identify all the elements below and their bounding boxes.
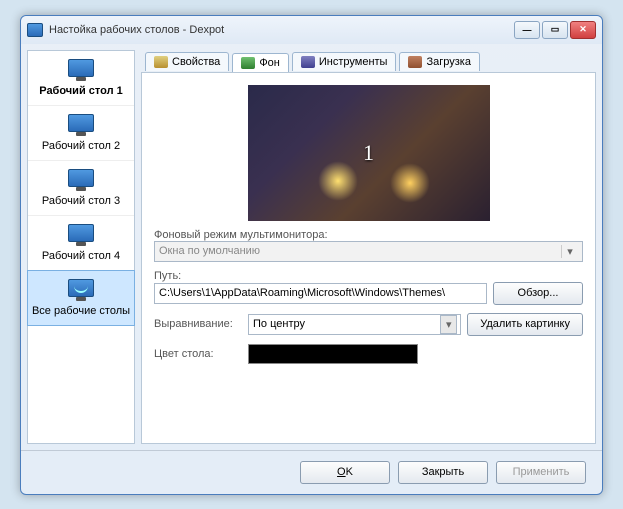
dialog-buttons: OK Закрыть Применить [21,450,602,494]
sidebar-item-label: Все рабочие столы [30,305,132,317]
close-button[interactable]: ✕ [570,21,596,39]
path-section: Путь: Обзор... [154,270,583,305]
tab-label: Свойства [172,56,220,68]
multimonitor-section: Фоновый режим мультимонитора: Окна по ум… [154,229,583,262]
monitor-icon [66,169,96,191]
desk-color-label: Цвет стола: [154,348,242,360]
background-panel: 1 Фоновый режим мультимонитора: Окна по … [141,72,596,444]
preview-glow [390,163,430,203]
multimonitor-label: Фоновый режим мультимонитора: [154,229,583,241]
sidebar-item-label: Рабочий стол 4 [30,250,132,262]
tab-bar: Свойства Фон Инструменты Загрузка [141,50,596,73]
window-controls: — ▭ ✕ [514,21,596,39]
sidebar-item-desktop-4[interactable]: Рабочий стол 4 [28,216,134,271]
tab-startup[interactable]: Загрузка [399,52,479,71]
monitor-icon [66,279,96,301]
browse-button[interactable]: Обзор... [493,282,583,305]
minimize-button[interactable]: — [514,21,540,39]
desk-color-swatch[interactable] [248,344,418,364]
sidebar-item-desktop-3[interactable]: Рабочий стол 3 [28,161,134,216]
tab-label: Фон [259,57,280,69]
desktop-list: Рабочий стол 1 Рабочий стол 2 Рабочий ст… [27,50,135,444]
path-label: Путь: [154,270,583,282]
alignment-value: По центру [253,318,305,330]
alignment-label: Выравнивание: [154,318,242,330]
multimonitor-select: Окна по умолчанию ▾ [154,241,583,262]
path-input[interactable] [154,283,487,304]
monitor-icon [66,114,96,136]
tab-label: Загрузка [426,56,470,68]
multimonitor-value: Окна по умолчанию [159,245,260,257]
startup-icon [408,56,422,68]
monitor-icon [66,224,96,246]
wallpaper-preview: 1 [248,85,490,221]
maximize-button[interactable]: ▭ [542,21,568,39]
sidebar-item-label: Рабочий стол 1 [30,85,132,97]
close-dialog-button[interactable]: Закрыть [398,461,488,484]
tab-properties[interactable]: Свойства [145,52,229,71]
background-icon [241,57,255,69]
app-icon [27,23,43,37]
apply-button: Применить [496,461,586,484]
preview-glow [318,161,358,201]
sidebar-item-desktop-2[interactable]: Рабочий стол 2 [28,106,134,161]
sidebar-item-label: Рабочий стол 2 [30,140,132,152]
chevron-down-icon: ▾ [561,245,578,258]
desktop-number: 1 [363,140,374,166]
window-title: Настойка рабочих столов - Dexpot [49,24,514,36]
monitor-icon [66,59,96,81]
sidebar-item-all-desktops[interactable]: Все рабочие столы [27,270,135,326]
sidebar-item-label: Рабочий стол 3 [30,195,132,207]
tab-tools[interactable]: Инструменты [292,52,397,71]
alignment-row: Выравнивание: По центру ▾ Удалить картин… [154,313,583,336]
alignment-select[interactable]: По центру ▾ [248,314,461,335]
content: Рабочий стол 1 Рабочий стол 2 Рабочий ст… [21,44,602,450]
sidebar-item-desktop-1[interactable]: Рабочий стол 1 [28,51,134,106]
ok-button[interactable]: OK [300,461,390,484]
main-panel: Свойства Фон Инструменты Загрузка [141,50,596,444]
tab-label: Инструменты [319,56,388,68]
chevron-down-icon: ▾ [440,315,457,334]
titlebar[interactable]: Настойка рабочих столов - Dexpot — ▭ ✕ [21,16,602,44]
properties-icon [154,56,168,68]
color-row: Цвет стола: [154,344,583,364]
delete-picture-button[interactable]: Удалить картинку [467,313,583,336]
tools-icon [301,56,315,68]
tab-background[interactable]: Фон [232,53,289,72]
settings-window: Настойка рабочих столов - Dexpot — ▭ ✕ Р… [20,15,603,495]
